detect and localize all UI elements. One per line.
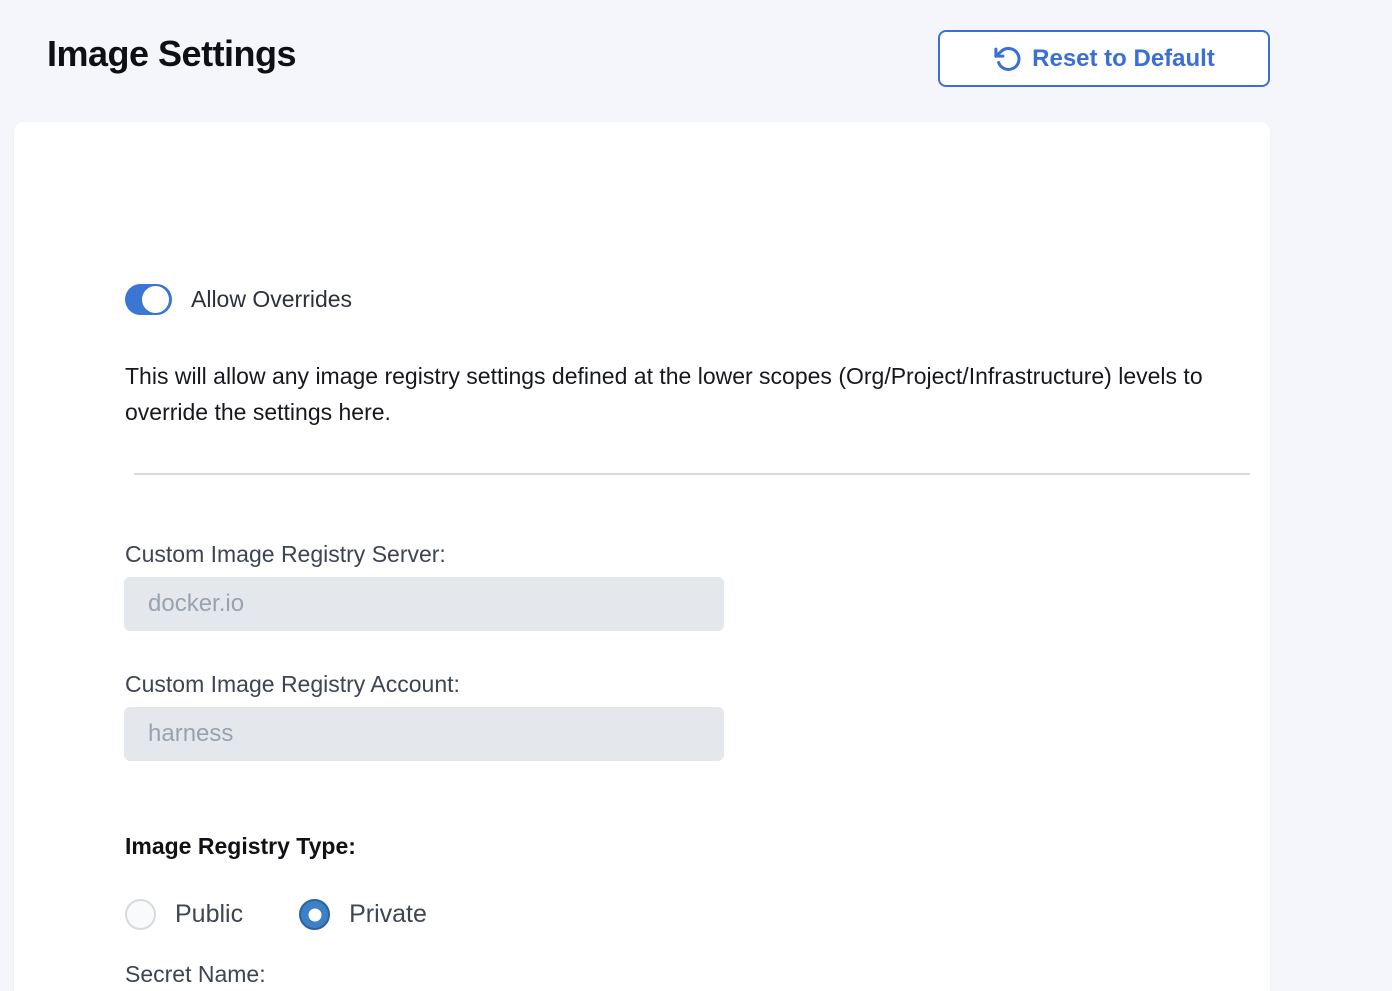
radio-option-public[interactable]: Public (125, 899, 243, 930)
secret-name-label: Secret Name: (125, 961, 266, 988)
registry-account-input[interactable] (124, 707, 724, 761)
radio-private-label: Private (349, 900, 427, 929)
radio-unselected-icon[interactable] (125, 899, 156, 930)
radio-selected-icon[interactable] (299, 899, 330, 930)
registry-type-label: Image Registry Type: (125, 833, 356, 860)
allow-overrides-label: Allow Overrides (191, 286, 352, 313)
rotate-ccw-icon (993, 45, 1021, 73)
page-title: Image Settings (47, 33, 296, 75)
toggle-knob-icon (142, 286, 169, 313)
registry-type-radio-group: Public Private (125, 899, 427, 930)
reset-button-label: Reset to Default (1032, 45, 1215, 73)
registry-account-label: Custom Image Registry Account: (125, 671, 460, 698)
registry-server-input[interactable] (124, 577, 724, 631)
image-settings-card: Allow Overrides This will allow any imag… (14, 122, 1270, 991)
reset-to-default-button[interactable]: Reset to Default (938, 30, 1270, 87)
section-divider (134, 473, 1250, 475)
allow-overrides-row: Allow Overrides (125, 284, 352, 315)
allow-overrides-toggle[interactable] (125, 284, 172, 315)
radio-option-private[interactable]: Private (299, 899, 427, 930)
registry-server-label: Custom Image Registry Server: (125, 541, 446, 568)
radio-public-label: Public (175, 900, 243, 929)
overrides-description: This will allow any image registry setti… (125, 358, 1240, 430)
